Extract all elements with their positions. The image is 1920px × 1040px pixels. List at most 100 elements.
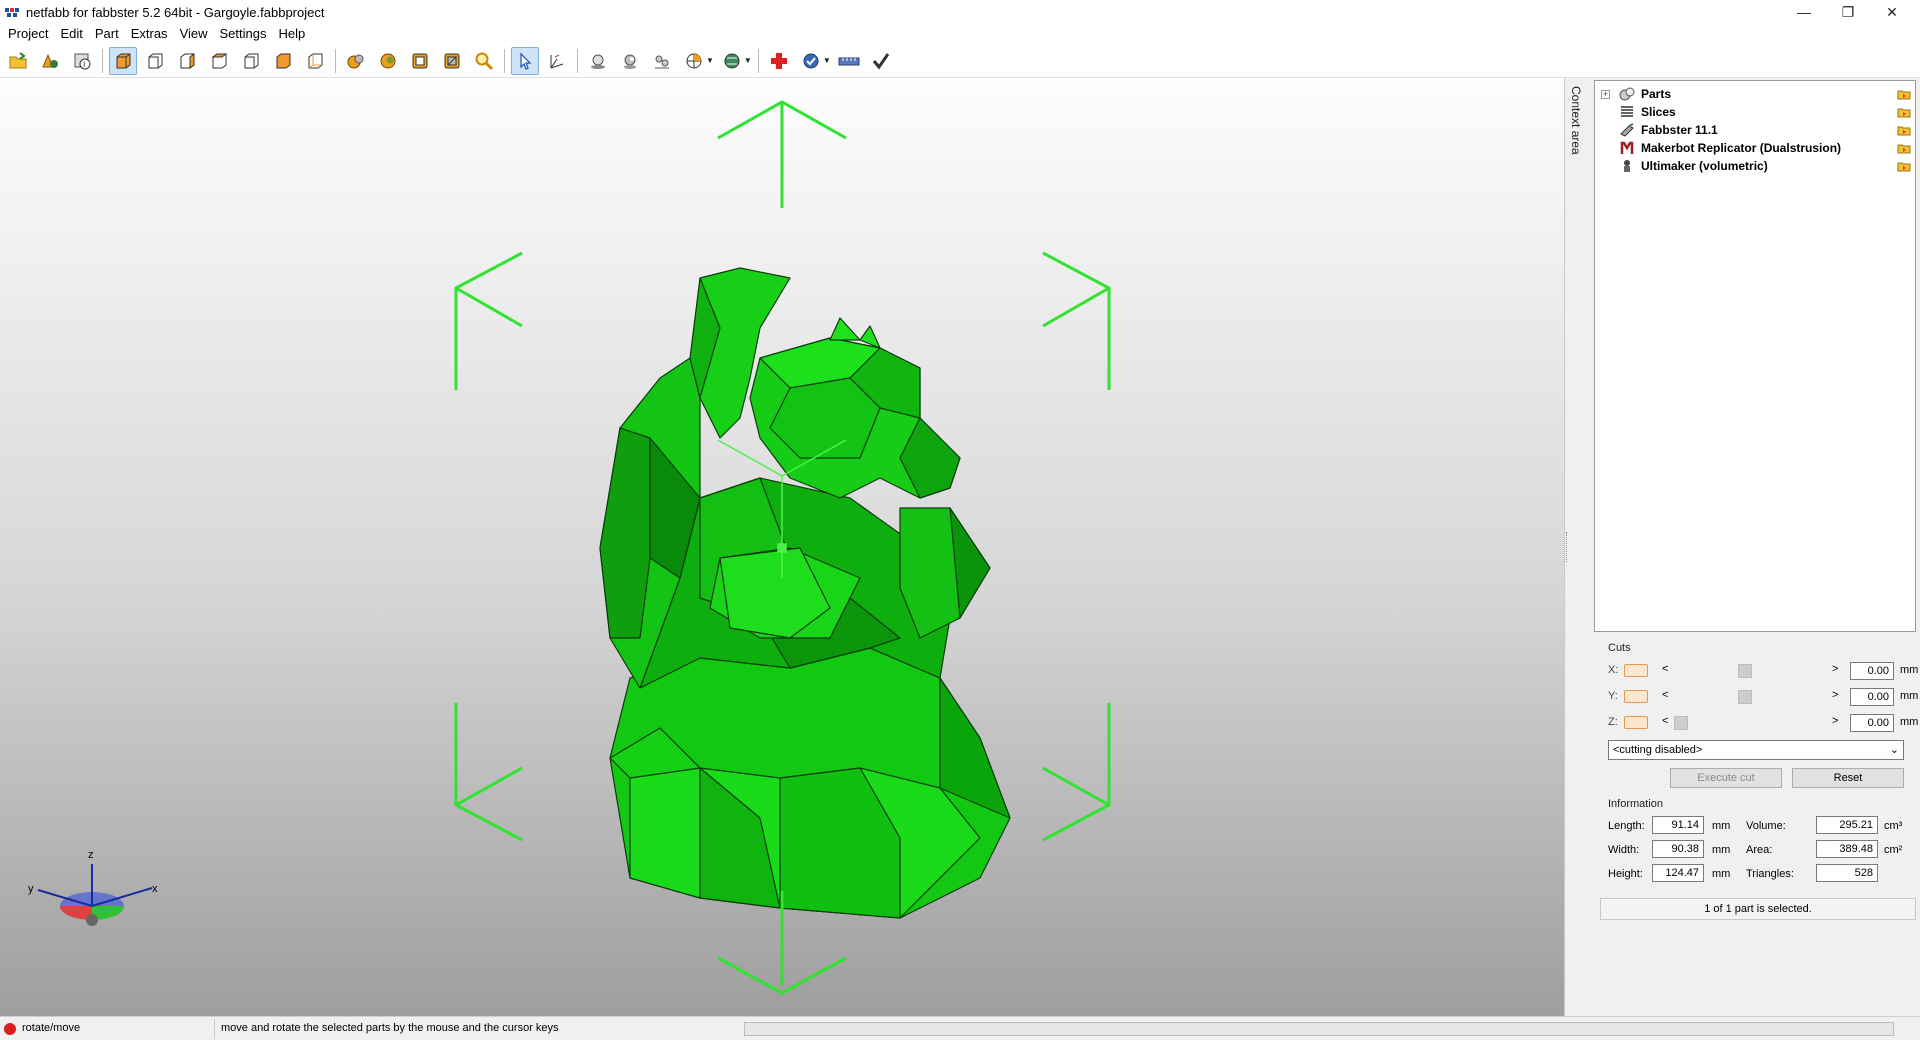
menu-settings[interactable]: Settings bbox=[214, 24, 273, 44]
cut-increase-button[interactable]: > bbox=[1832, 715, 1838, 727]
cut-value-x[interactable]: 0.00 bbox=[1850, 662, 1894, 680]
rotate-mode-icon[interactable] bbox=[543, 47, 571, 75]
view-top-icon[interactable] bbox=[269, 47, 297, 75]
cut-slider-thumb-y[interactable] bbox=[1738, 690, 1752, 704]
tree-expander-icon[interactable]: + bbox=[1601, 89, 1610, 99]
tree-item-fabbster[interactable]: Fabbster 11.1 bbox=[1595, 121, 1915, 139]
cut-enable-y[interactable] bbox=[1624, 690, 1648, 703]
folder-icon[interactable] bbox=[1897, 124, 1911, 136]
width-label: Width: bbox=[1608, 844, 1640, 856]
triangles-label: Triangles: bbox=[1746, 868, 1794, 880]
view-bottom-icon[interactable] bbox=[301, 47, 329, 75]
analysis-dropdown-icon[interactable]: ▼ bbox=[823, 56, 831, 65]
menu-project[interactable]: Project bbox=[2, 24, 54, 44]
show-triangles-icon[interactable] bbox=[438, 47, 466, 75]
toolbar-separator bbox=[335, 48, 336, 73]
view-right-icon[interactable] bbox=[237, 47, 265, 75]
height-value: 124.47 bbox=[1652, 864, 1704, 882]
tree-item-slices[interactable]: Slices bbox=[1595, 103, 1915, 121]
folder-icon[interactable] bbox=[1897, 142, 1911, 154]
cut-axis-label: Y: bbox=[1608, 690, 1618, 702]
menu-part[interactable]: Part bbox=[89, 24, 125, 44]
status-separator bbox=[214, 1019, 215, 1039]
checkmark-icon[interactable] bbox=[867, 47, 895, 75]
parts-icon bbox=[1619, 87, 1635, 101]
menu-edit[interactable]: Edit bbox=[54, 24, 88, 44]
folder-icon[interactable] bbox=[1897, 160, 1911, 172]
color-scheme-dropdown-icon[interactable]: ▼ bbox=[744, 56, 752, 65]
main-toolbar: i ▼ ▼ ▼ bbox=[0, 44, 1920, 78]
cut-enable-x[interactable] bbox=[1624, 664, 1648, 677]
selection-status: 1 of 1 part is selected. bbox=[1600, 898, 1916, 920]
select-pointer-icon[interactable] bbox=[511, 46, 539, 75]
add-part-icon[interactable] bbox=[36, 47, 64, 75]
cut-slider-thumb-z[interactable] bbox=[1674, 716, 1688, 730]
cut-slider-thumb-x[interactable] bbox=[1738, 664, 1752, 678]
cut-unit: mm bbox=[1900, 664, 1919, 676]
cut-decrease-button[interactable]: < bbox=[1662, 715, 1668, 727]
ultimaker-printer-icon bbox=[1624, 160, 1630, 172]
color-scheme-icon[interactable] bbox=[718, 47, 746, 75]
context-area-tab[interactable]: Context area bbox=[1569, 86, 1583, 155]
measure-icon[interactable] bbox=[648, 47, 676, 75]
slices-icon bbox=[1621, 106, 1633, 117]
menu-help[interactable]: Help bbox=[273, 24, 312, 44]
mesh-sphere-icon[interactable] bbox=[584, 47, 612, 75]
cut-decrease-button[interactable]: < bbox=[1662, 689, 1668, 701]
cut-decrease-button[interactable]: < bbox=[1662, 663, 1668, 675]
status-indicator-icon bbox=[4, 1023, 16, 1035]
gargoyle-model[interactable] bbox=[599, 267, 1011, 919]
open-project-icon[interactable] bbox=[4, 47, 32, 75]
context-area-strip bbox=[1564, 78, 1592, 1016]
show-parts-icon[interactable] bbox=[342, 47, 370, 75]
3d-viewport[interactable]: z x y bbox=[0, 78, 1564, 1016]
show-wireframe-icon[interactable] bbox=[406, 47, 434, 75]
cut-row-x: X: < > 0.00 mm bbox=[1608, 662, 1918, 680]
view-front-icon[interactable] bbox=[141, 47, 169, 75]
cut-increase-button[interactable]: > bbox=[1832, 663, 1838, 675]
maximize-button[interactable]: ❐ bbox=[1826, 0, 1870, 24]
reset-button[interactable]: Reset bbox=[1792, 768, 1904, 788]
view-default-icon[interactable] bbox=[109, 46, 137, 75]
folder-icon[interactable] bbox=[1897, 106, 1911, 118]
folder-icon[interactable] bbox=[1897, 88, 1911, 100]
volume-label: Volume: bbox=[1746, 820, 1786, 832]
information-section-title: Information bbox=[1608, 798, 1664, 810]
cut-unit: mm bbox=[1900, 690, 1919, 702]
tree-item-ultimaker[interactable]: Ultimaker (volumetric) bbox=[1595, 157, 1915, 175]
tree-item-parts[interactable]: + Parts bbox=[1595, 85, 1915, 103]
window-title: netfabb for fabbster 5.2 64bit - Gargoyl… bbox=[26, 4, 325, 20]
cut-enable-z[interactable] bbox=[1624, 716, 1648, 729]
section-view-icon[interactable] bbox=[680, 47, 708, 75]
add-repair-icon[interactable] bbox=[765, 47, 793, 75]
menu-extras[interactable]: Extras bbox=[125, 24, 174, 44]
tree-item-makerbot[interactable]: Makerbot Replicator (Dualstrusion) bbox=[1595, 139, 1915, 157]
volume-value: 295.21 bbox=[1816, 816, 1878, 834]
cut-increase-button[interactable]: > bbox=[1832, 689, 1838, 701]
menu-view[interactable]: View bbox=[174, 24, 214, 44]
title-bar: netfabb for fabbster 5.2 64bit - Gargoyl… bbox=[0, 0, 1920, 24]
toolbar-separator bbox=[757, 48, 759, 73]
toolbar-separator bbox=[102, 48, 103, 73]
project-tree: + Parts Slices Fabbster 11.1 Makerbot Re… bbox=[1594, 80, 1916, 632]
view-back-icon[interactable] bbox=[173, 47, 201, 75]
cut-mode-select[interactable]: <cutting disabled> ⌄ bbox=[1608, 740, 1904, 760]
cut-value-z[interactable]: 0.00 bbox=[1850, 714, 1894, 732]
close-button[interactable]: ✕ bbox=[1870, 0, 1914, 24]
splitter-grip[interactable] bbox=[1566, 532, 1568, 562]
tree-item-label: Makerbot Replicator (Dualstrusion) bbox=[1641, 141, 1842, 155]
ruler-icon[interactable] bbox=[835, 47, 863, 75]
height-unit: mm bbox=[1712, 868, 1731, 880]
section-view-dropdown-icon[interactable]: ▼ bbox=[706, 56, 714, 65]
minimize-button[interactable]: — bbox=[1782, 0, 1826, 24]
toolbar-separator bbox=[504, 48, 505, 73]
cut-axis-label: Z: bbox=[1608, 716, 1618, 728]
view-left-icon[interactable] bbox=[205, 47, 233, 75]
zoom-icon[interactable] bbox=[470, 47, 498, 75]
analysis-icon[interactable] bbox=[797, 47, 825, 75]
execute-cut-button[interactable]: Execute cut bbox=[1670, 768, 1782, 788]
show-solid-icon[interactable] bbox=[374, 47, 402, 75]
shading-icon[interactable] bbox=[616, 47, 644, 75]
part-info-icon[interactable]: i bbox=[68, 47, 96, 75]
cut-value-y[interactable]: 0.00 bbox=[1850, 688, 1894, 706]
